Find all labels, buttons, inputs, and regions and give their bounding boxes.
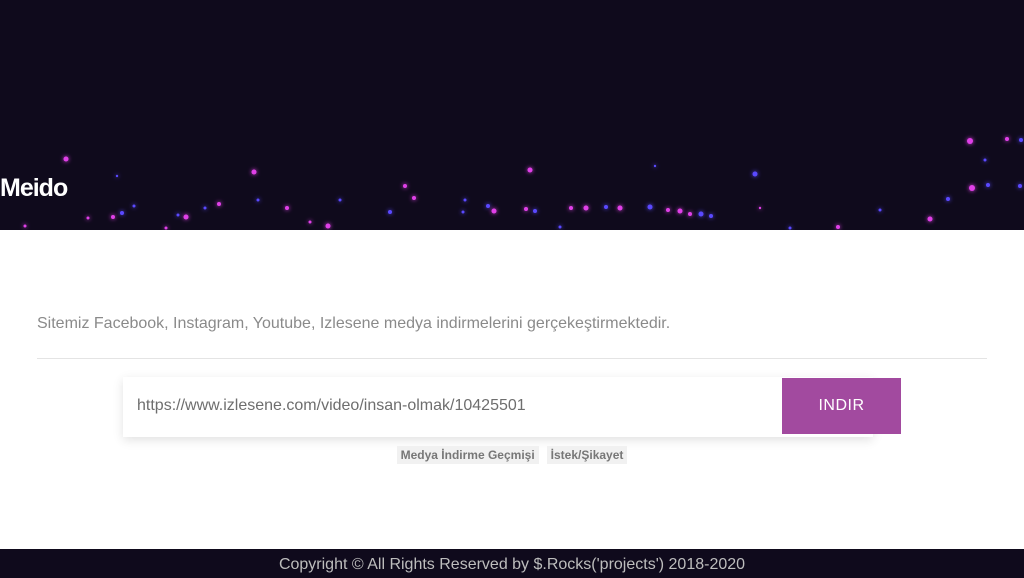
url-input-card — [123, 377, 873, 437]
site-logo[interactable]: Meido — [0, 174, 68, 203]
copyright-text: Copyright © All Rights Reserved by $.Roc… — [278, 556, 746, 573]
media-history-link[interactable]: Medya İndirme Geçmişi — [396, 446, 539, 464]
footer: Copyright © All Rights Reserved by $.Roc… — [0, 549, 1024, 578]
download-button[interactable]: INDIR — [782, 378, 901, 434]
complaint-link[interactable]: İstek/Şikayet — [546, 446, 628, 464]
particles-background — [23, 137, 1023, 230]
divider — [37, 358, 987, 359]
url-input[interactable] — [123, 377, 778, 435]
helper-links: Medya İndirme Geçmişi İstek/Şikayet — [0, 446, 1024, 464]
hero-header: Meido — [0, 0, 1024, 230]
intro-text: Sitemiz Facebook, Instagram, Youtube, Iz… — [37, 315, 671, 332]
